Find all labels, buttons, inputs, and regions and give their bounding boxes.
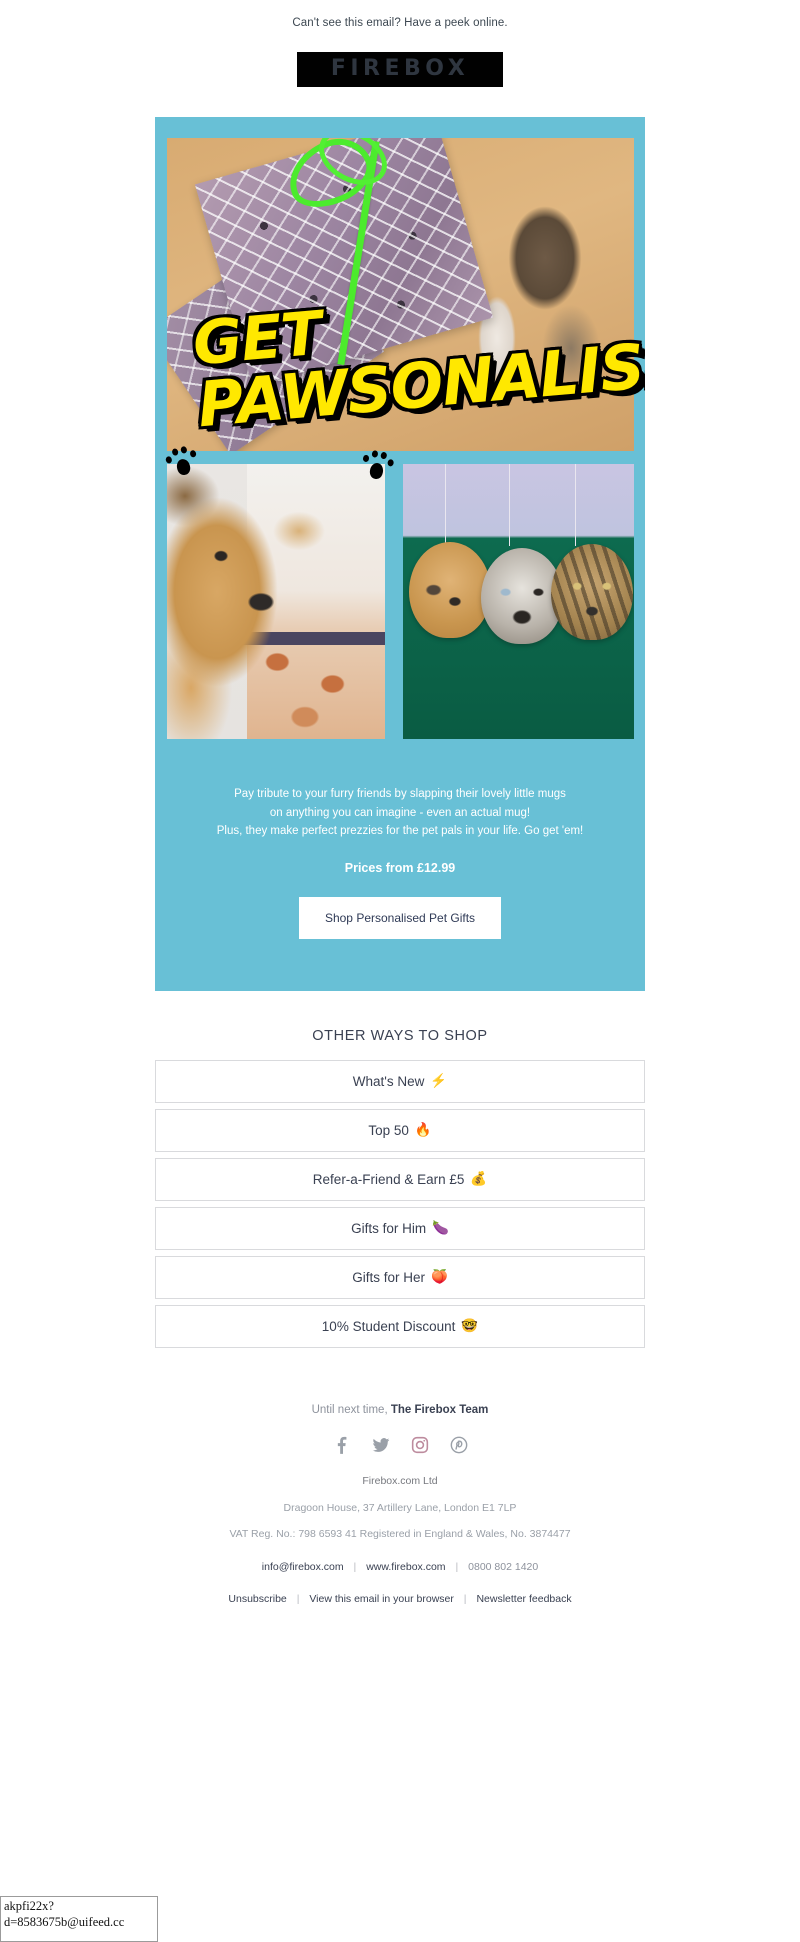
footer-signoff-team: The Firebox Team xyxy=(390,1403,489,1416)
footer-address: Dragoon House, 37 Artillery Lane, London… xyxy=(283,1501,517,1514)
hero-photo-terrier-blanket xyxy=(167,464,385,739)
unsubscribe-link[interactable]: Unsubscribe xyxy=(228,1593,286,1605)
aubergine-icon: 🍆 xyxy=(432,1220,449,1236)
nerd-face-icon: 🤓 xyxy=(461,1318,479,1334)
shop-link-label: 10% Student Discount xyxy=(321,1318,456,1334)
tracker-line-1: akpfi22x? xyxy=(4,1899,54,1913)
shop-link-label: Top 50 xyxy=(368,1122,409,1138)
hero-collage: GET PAWSONALISED xyxy=(155,117,645,763)
shop-link-gifts-for-him[interactable]: Gifts for Him 🍆 xyxy=(155,1206,645,1250)
hero-body-line-3: Plus, they make perfect prezzies for the… xyxy=(216,825,584,838)
pet-face-cutout-dog-tan xyxy=(409,542,491,638)
shop-link-label: Refer-a-Friend & Earn £5 xyxy=(312,1171,465,1187)
email-footer: Until next time, The Firebox Team Firebo… xyxy=(0,1354,800,1605)
hanging-string xyxy=(575,464,576,546)
shop-link-gifts-for-her[interactable]: Gifts for Her 🍑 xyxy=(155,1255,645,1299)
fire-icon: 🔥 xyxy=(414,1122,432,1138)
footer-separator: | xyxy=(296,1593,300,1606)
tracker-line-2: d=8583675b@uifeed.cc xyxy=(4,1914,125,1929)
hero-price-line: Prices from £12.99 xyxy=(344,860,456,875)
terrier-dog xyxy=(167,464,334,739)
hanging-string xyxy=(509,464,510,546)
hero-photo-dog-with-present xyxy=(167,138,634,451)
footer-separator: | xyxy=(455,1561,459,1574)
footer-utility-links: Unsubscribe | View this email in your br… xyxy=(0,1573,800,1605)
footer-vat-registration: VAT Reg. No.: 798 6593 41 Registered in … xyxy=(229,1528,571,1541)
footer-email-link[interactable]: info@firebox.com xyxy=(262,1561,344,1573)
hanging-string xyxy=(445,464,446,546)
social-links xyxy=(0,1416,800,1463)
tracking-pixel-placeholder: akpfi22x? d=8583675b@uifeed.cc xyxy=(0,1896,158,1942)
shop-link-label: What's New xyxy=(352,1073,425,1089)
hero-body-copy: Pay tribute to your furry friends by sla… xyxy=(155,763,645,841)
footer-separator: | xyxy=(463,1593,467,1606)
other-ways-to-shop-list: What's New ⚡ Top 50 🔥 Refer-a-Friend & E… xyxy=(155,1059,645,1348)
shop-personalised-pet-gifts-button[interactable]: Shop Personalised Pet Gifts xyxy=(298,896,502,939)
firebox-logo[interactable]: FIREBOX xyxy=(296,52,504,87)
email-body: Can't see this email? Have a peek online… xyxy=(0,0,800,1606)
footer-separator: | xyxy=(353,1561,357,1574)
instagram-icon[interactable] xyxy=(408,1434,431,1457)
hero-cta-container: Shop Personalised Pet Gifts xyxy=(155,875,645,989)
facebook-icon[interactable] xyxy=(330,1434,353,1457)
shop-link-student-discount[interactable]: 10% Student Discount 🤓 xyxy=(155,1304,645,1348)
hero-body-line-1: Pay tribute to your furry friends by sla… xyxy=(234,788,566,800)
view-in-browser-link[interactable]: View this email in your browser xyxy=(309,1593,454,1605)
logo-container: FIREBOX xyxy=(0,29,800,87)
footer-contact-links: info@firebox.com | www.firebox.com | 080… xyxy=(0,1543,800,1573)
footer-website-link[interactable]: www.firebox.com xyxy=(366,1561,445,1573)
shop-link-whats-new[interactable]: What's New ⚡ xyxy=(155,1059,645,1103)
footer-signoff: Until next time, The Firebox Team xyxy=(0,1404,800,1416)
pinterest-icon[interactable] xyxy=(447,1434,470,1457)
other-ways-to-shop-heading: OTHER WAYS TO SHOP xyxy=(312,1027,488,1044)
twitter-icon[interactable] xyxy=(369,1434,392,1457)
hero-body-line-2: on anything you can imagine - even an ac… xyxy=(269,806,531,819)
hero-panel: GET PAWSONALISED Pay tribute to your fur… xyxy=(155,117,645,991)
hero-photo-face-air-fresheners xyxy=(403,464,634,739)
lightning-icon: ⚡ xyxy=(430,1073,448,1089)
peach-icon: 🍑 xyxy=(430,1269,448,1285)
logo-wordmark: FIREBOX xyxy=(330,56,470,81)
newsletter-feedback-link[interactable]: Newsletter feedback xyxy=(476,1593,571,1605)
money-bag-icon: 💰 xyxy=(470,1171,488,1187)
pet-face-cutout-cat xyxy=(551,544,633,640)
footer-signoff-prefix: Until next time, xyxy=(311,1403,391,1416)
footer-company-name: Firebox.com Ltd xyxy=(362,1474,438,1487)
shop-link-label: Gifts for Him xyxy=(351,1220,427,1236)
shop-link-top-50[interactable]: Top 50 🔥 xyxy=(155,1108,645,1152)
preheader-text[interactable]: Can't see this email? Have a peek online… xyxy=(0,12,800,29)
shop-link-refer-a-friend[interactable]: Refer-a-Friend & Earn £5 💰 xyxy=(155,1157,645,1201)
shop-link-label: Gifts for Her xyxy=(352,1269,425,1285)
footer-phone-number: 0800 802 1420 xyxy=(468,1561,539,1574)
